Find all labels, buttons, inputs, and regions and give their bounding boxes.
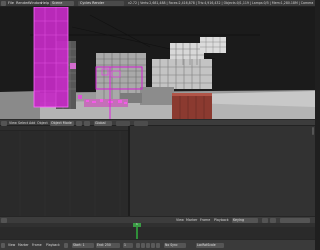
editor-type-icon[interactable] (1, 1, 6, 6)
channel-region[interactable] (0, 126, 128, 216)
menu-file[interactable]: File (8, 1, 14, 6)
render-engine-selector[interactable]: Cycles Render (78, 1, 124, 6)
timeline-ruler[interactable] (0, 223, 315, 227)
scene-stats: v2.72 | Verts:2,681,488 | Faces:2,416,87… (128, 1, 314, 5)
prev-key-icon[interactable] (141, 243, 145, 248)
bb-menu-frame[interactable]: Frame (32, 243, 42, 248)
3d-viewport[interactable] (0, 7, 315, 119)
start-frame-field[interactable]: Start: 1 (72, 243, 94, 248)
end-label: End: (97, 243, 104, 247)
properties-region[interactable] (130, 126, 315, 216)
timeline-header: View Marker Frame Playback Keying (0, 216, 315, 223)
menu-help[interactable]: Help (41, 1, 49, 6)
start-label: Start: (73, 243, 82, 247)
play-icon[interactable] (146, 243, 150, 248)
info-header: File Render Window Help Scene Cycles Ren… (0, 0, 315, 7)
current-frame-badge: 1 (133, 223, 141, 227)
bb-editor-type[interactable] (1, 243, 5, 248)
scrollbar[interactable] (312, 127, 314, 135)
scene-selector[interactable]: Scene (50, 1, 74, 6)
current-frame-field[interactable]: 1 (123, 243, 133, 248)
jump-end-icon[interactable] (156, 243, 160, 248)
record-icon[interactable] (64, 243, 68, 248)
bb-menu-marker[interactable]: Marker (18, 243, 29, 248)
graph-editor-area[interactable] (0, 126, 315, 216)
menu-render[interactable]: Render (16, 1, 29, 6)
city-scene-render (0, 7, 315, 119)
3d-view-header: View Select Add Object Object Mode Globa… (0, 119, 315, 126)
timeline-grid (19, 131, 121, 216)
end-value: 250 (104, 243, 111, 247)
start-value: 1 (82, 243, 85, 247)
bb-menu-view[interactable]: View (8, 243, 15, 248)
jump-start-icon[interactable] (136, 243, 140, 248)
keying-set-field[interactable]: LocRotScale (196, 243, 224, 248)
bb-menu-playback[interactable]: Playback (46, 243, 60, 248)
timeline-bottom-header: View Marker Frame Playback Start: 1 End:… (0, 239, 315, 250)
next-key-icon[interactable] (151, 243, 155, 248)
timeline-strip[interactable]: 1 (0, 223, 315, 239)
end-frame-field[interactable]: End: 250 (96, 243, 120, 248)
sync-mode-selector[interactable]: No Sync (164, 243, 186, 248)
